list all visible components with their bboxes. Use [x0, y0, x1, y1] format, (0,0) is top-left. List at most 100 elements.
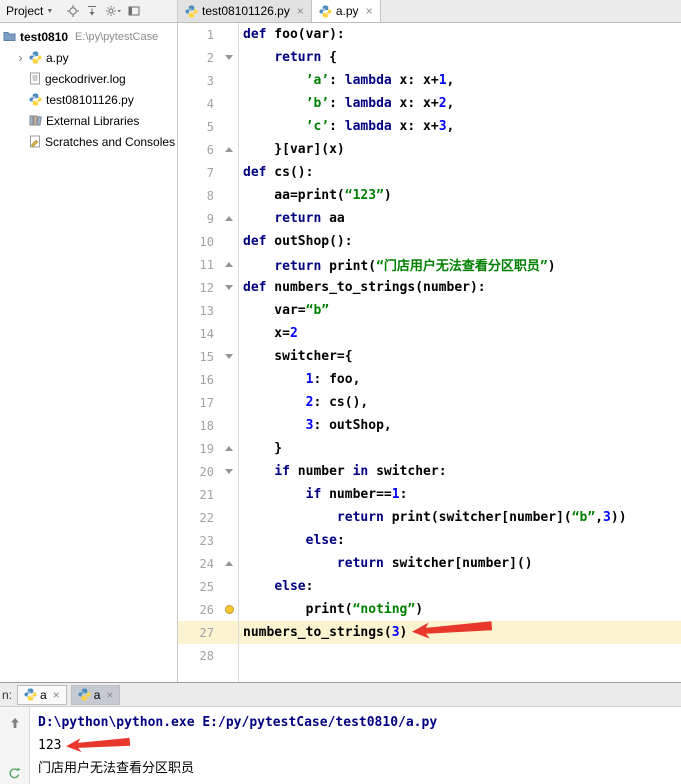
hide-panel-icon[interactable]: [128, 5, 140, 17]
locate-icon[interactable]: [67, 5, 79, 17]
line-number[interactable]: 2: [178, 51, 220, 65]
line-number[interactable]: 1: [178, 28, 220, 42]
code-line-5[interactable]: 5 ’c’: lambda x: x+3,: [178, 115, 681, 138]
line-number[interactable]: 13: [178, 304, 220, 318]
line-number[interactable]: 12: [178, 281, 220, 295]
code-text: return aa: [238, 211, 345, 226]
code-text: }: [238, 441, 282, 456]
code-text: print(“noting”): [238, 602, 423, 617]
line-number[interactable]: 16: [178, 373, 220, 387]
code-line-9[interactable]: 9 return aa: [178, 207, 681, 230]
code-line-14[interactable]: 14 x=2: [178, 322, 681, 345]
code-text: numbers_to_strings(3): [238, 625, 407, 640]
settings-gear-icon[interactable]: [105, 5, 121, 17]
tree-item-a.py[interactable]: ›a.py: [0, 47, 177, 68]
fold-end-icon[interactable]: [225, 262, 233, 267]
fold-open-icon[interactable]: [225, 55, 233, 60]
fold-open-icon[interactable]: [225, 285, 233, 290]
code-line-12[interactable]: 12def numbers_to_strings(number):: [178, 276, 681, 299]
run-tab-a-2[interactable]: a×: [71, 685, 121, 705]
line-number[interactable]: 25: [178, 580, 220, 594]
fold-end-icon[interactable]: [225, 216, 233, 221]
line-number[interactable]: 23: [178, 534, 220, 548]
line-number[interactable]: 10: [178, 235, 220, 249]
line-number[interactable]: 20: [178, 465, 220, 479]
code-line-18[interactable]: 18 3: outShop,: [178, 414, 681, 437]
code-line-4[interactable]: 4 ’b’: lambda x: x+2,: [178, 92, 681, 115]
gutter-fold-column: [220, 605, 238, 614]
close-icon[interactable]: ×: [53, 689, 60, 701]
rerun-icon[interactable]: [6, 764, 24, 782]
code-line-16[interactable]: 16 1: foo,: [178, 368, 681, 391]
line-number[interactable]: 7: [178, 166, 220, 180]
line-number[interactable]: 28: [178, 649, 220, 663]
code-line-23[interactable]: 23 else:: [178, 529, 681, 552]
code-line-1[interactable]: 1def foo(var):: [178, 23, 681, 46]
code-line-8[interactable]: 8 aa=print(“123”): [178, 184, 681, 207]
code-line-11[interactable]: 11 return print(“门店用户无法查看分区职员”): [178, 253, 681, 276]
up-arrow-icon[interactable]: [6, 714, 24, 732]
line-number[interactable]: 15: [178, 350, 220, 364]
line-number[interactable]: 26: [178, 603, 220, 617]
code-line-20[interactable]: 20 if number in switcher:: [178, 460, 681, 483]
project-panel-header: Project ▼: [0, 0, 178, 22]
line-number[interactable]: 24: [178, 557, 220, 571]
line-number[interactable]: 18: [178, 419, 220, 433]
code-line-21[interactable]: 21 if number==1:: [178, 483, 681, 506]
project-view-dropdown[interactable]: Project ▼: [4, 4, 55, 18]
tree-item-external-libraries[interactable]: External Libraries: [0, 110, 177, 131]
line-number[interactable]: 19: [178, 442, 220, 456]
line-number[interactable]: 5: [178, 120, 220, 134]
code-line-6[interactable]: 6 }[var](x): [178, 138, 681, 161]
code-line-26[interactable]: 26 print(“noting”): [178, 598, 681, 621]
editor-tab-a.py[interactable]: a.py×: [312, 0, 381, 22]
fold-open-icon[interactable]: [225, 469, 233, 474]
editor-tab-test08101126.py[interactable]: test08101126.py×: [178, 0, 312, 22]
run-tab-a-1[interactable]: a×: [17, 685, 67, 705]
code-line-27[interactable]: 27 numbers_to_strings(3): [178, 621, 681, 644]
line-number[interactable]: 27: [178, 626, 220, 640]
collapse-all-icon[interactable]: [86, 5, 98, 17]
tree-item-test08101126.py[interactable]: test08101126.py: [0, 89, 177, 110]
tree-item-test0810[interactable]: test0810E:\py\pytestCase: [0, 26, 177, 47]
line-number[interactable]: 3: [178, 74, 220, 88]
run-tab-label: a: [40, 688, 47, 702]
code-line-28[interactable]: 28: [178, 644, 681, 667]
chevron-right-icon[interactable]: ›: [16, 52, 25, 64]
code-line-22[interactable]: 22 return print(switcher[number](“b”,3)): [178, 506, 681, 529]
code-editor[interactable]: 1def foo(var):2 return {3 ’a’: lambda x:…: [178, 23, 681, 682]
line-number[interactable]: 22: [178, 511, 220, 525]
line-number[interactable]: 6: [178, 143, 220, 157]
line-number[interactable]: 21: [178, 488, 220, 502]
intention-bulb-icon[interactable]: [225, 605, 234, 614]
line-number[interactable]: 9: [178, 212, 220, 226]
close-icon[interactable]: ×: [366, 5, 373, 17]
line-number[interactable]: 14: [178, 327, 220, 341]
line-number[interactable]: 8: [178, 189, 220, 203]
tree-item-geckodriver.log[interactable]: geckodriver.log: [0, 68, 177, 89]
line-number[interactable]: 17: [178, 396, 220, 410]
tree-item-scratches-and-consoles[interactable]: Scratches and Consoles: [0, 131, 177, 152]
code-line-3[interactable]: 3 ’a’: lambda x: x+1,: [178, 69, 681, 92]
code-text: return print(switcher[number](“b”,3)): [238, 510, 627, 525]
code-line-13[interactable]: 13 var=“b”: [178, 299, 681, 322]
code-line-25[interactable]: 25 else:: [178, 575, 681, 598]
code-line-24[interactable]: 24 return switcher[number](): [178, 552, 681, 575]
fold-end-icon[interactable]: [225, 147, 233, 152]
line-number[interactable]: 4: [178, 97, 220, 111]
code-line-19[interactable]: 19 }: [178, 437, 681, 460]
code-text: 3: outShop,: [238, 418, 392, 433]
close-icon[interactable]: ×: [297, 5, 304, 17]
fold-open-icon[interactable]: [225, 354, 233, 359]
line-number[interactable]: 11: [178, 258, 220, 272]
project-header-toolbar: [67, 5, 140, 17]
close-icon[interactable]: ×: [106, 689, 113, 701]
fold-end-icon[interactable]: [225, 561, 233, 566]
code-line-2[interactable]: 2 return {: [178, 46, 681, 69]
code-line-7[interactable]: 7def cs():: [178, 161, 681, 184]
code-line-10[interactable]: 10def outShop():: [178, 230, 681, 253]
code-line-17[interactable]: 17 2: cs(),: [178, 391, 681, 414]
fold-end-icon[interactable]: [225, 446, 233, 451]
python-file-icon: [24, 688, 37, 701]
code-line-15[interactable]: 15 switcher={: [178, 345, 681, 368]
